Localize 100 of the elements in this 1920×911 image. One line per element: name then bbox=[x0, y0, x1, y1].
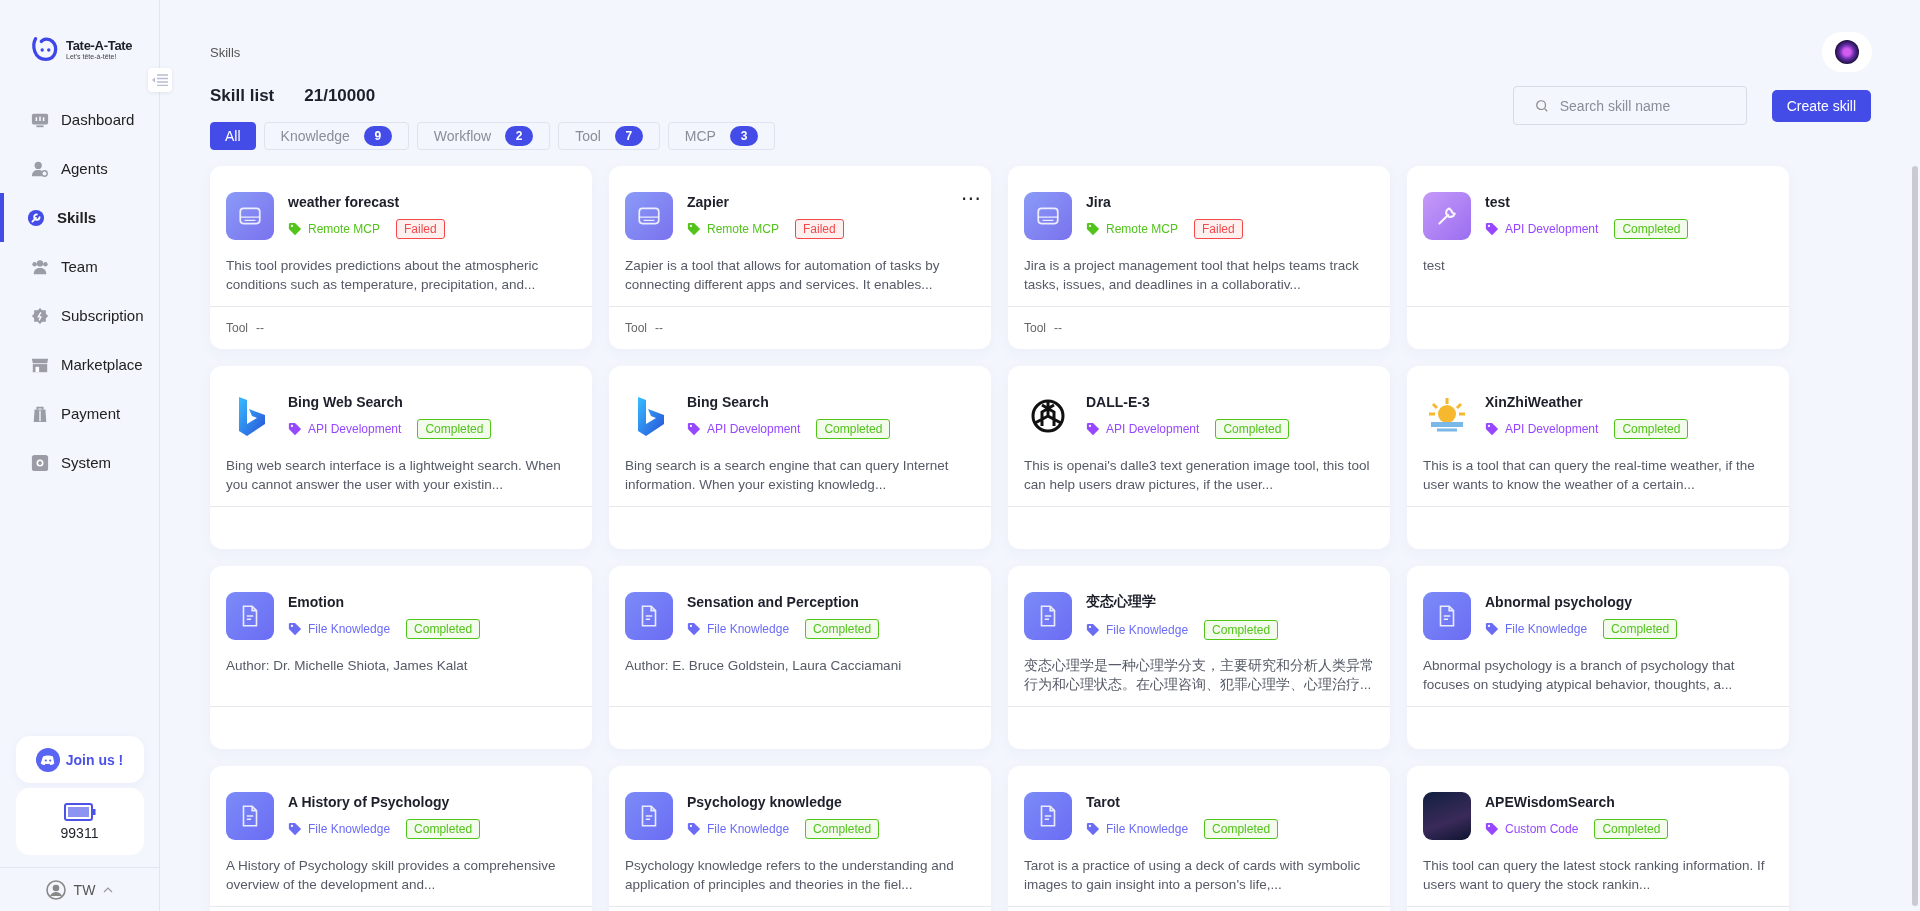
skill-description: Abnormal psychology is a branch of psychology that focuses on studying atypical behavior, thoughts, a... bbox=[1423, 657, 1736, 694]
nav-item[interactable]: Dashboard bbox=[0, 95, 159, 144]
credit-balance: 99311 bbox=[60, 824, 99, 841]
drive-icon bbox=[226, 192, 274, 240]
photo-placeholder bbox=[1423, 792, 1471, 840]
galaxy-icon bbox=[1835, 40, 1859, 64]
status-badge: Failed bbox=[396, 218, 445, 239]
skill-type-label: File Knowledge bbox=[1106, 821, 1189, 836]
breadcrumb: Skills bbox=[210, 44, 241, 62]
skill-name: Psychology knowledge bbox=[687, 793, 843, 810]
document-icon bbox=[226, 792, 274, 840]
filter-tab[interactable]: Knowledge 9 bbox=[263, 122, 409, 150]
skill-type-label: API Development bbox=[1505, 421, 1599, 436]
document-icon bbox=[625, 792, 673, 840]
scrollbar-thumb[interactable] bbox=[1912, 166, 1918, 906]
wrench-icon bbox=[1423, 192, 1471, 240]
skill-card[interactable]: Tarot File Knowledge Completed Tarot is a practice of using a deck of cards with symbolic images to gain insight into a person's life,... bbox=[1008, 766, 1390, 911]
collapse-sidebar-button[interactable] bbox=[148, 68, 172, 92]
skill-name: Abnormal psychology bbox=[1485, 593, 1634, 610]
filter-tab[interactable]: Workflow 2 bbox=[416, 122, 551, 150]
skill-description: Author: Dr. Michelle Shiota, James Kalat bbox=[226, 657, 469, 675]
skill-card[interactable]: 变态心理学 File Knowledge Completed 变态心理学是一种心理学分支，主要研究和分析人类异常行为和心理状态。在心理咨询、犯罪心理学、心理治疗... bbox=[1008, 566, 1390, 749]
skill-type-label: API Development bbox=[308, 421, 402, 436]
skill-card[interactable]: Psychology knowledge File Knowledge Completed Psychology knowledge refers to the understanding and application of principles and theories in the fiel... bbox=[609, 766, 991, 911]
skill-description: This is openai's dalle3 text generation image tool, this tool can help users draw pictures, if the user... bbox=[1024, 457, 1371, 494]
skill-card[interactable]: test API Development Completed test bbox=[1407, 166, 1789, 349]
skill-description: A History of Psychology skill provides a comprehensive overview of the development and... bbox=[226, 857, 557, 894]
skill-name: A History of Psychology bbox=[288, 793, 451, 810]
status-badge: Completed bbox=[406, 818, 481, 839]
status-badge: Completed bbox=[805, 818, 880, 839]
skill-description: Bing web search interface is a lightweight search. When you cannot answer the user with your existin... bbox=[226, 457, 562, 494]
skill-type-label: API Development bbox=[1106, 421, 1200, 436]
badge-icon bbox=[31, 306, 49, 325]
filter-tab[interactable]: All bbox=[210, 122, 256, 150]
skill-type-label: File Knowledge bbox=[308, 821, 391, 836]
skill-name: APEWisdomSearch bbox=[1485, 793, 1616, 810]
status-badge: Completed bbox=[1204, 818, 1279, 839]
logo-name: Tate-A-Tate bbox=[66, 38, 133, 53]
skill-card[interactable]: A History of Psychology File Knowledge Completed A History of Psychology skill provides a comprehensive overview of the development and... bbox=[210, 766, 592, 911]
join-us-button[interactable]: Join us ! bbox=[15, 736, 144, 783]
skill-description: Psychology knowledge refers to the understanding and application of principles and theories in the fiel... bbox=[625, 857, 955, 894]
skill-type-label: API Development bbox=[1505, 221, 1599, 236]
status-badge: Completed bbox=[406, 618, 481, 639]
status-badge: Completed bbox=[1215, 418, 1290, 439]
nav-item[interactable]: Payment bbox=[0, 389, 159, 438]
skill-type-label: File Knowledge bbox=[1106, 622, 1189, 637]
skill-card[interactable]: Emotion File Knowledge Completed Author: Dr. Michelle Shiota, James Kalat bbox=[210, 566, 592, 749]
filter-tab[interactable]: Tool 7 bbox=[558, 122, 660, 150]
status-badge: Failed bbox=[1194, 218, 1243, 239]
nav-item[interactable]: Skills bbox=[0, 193, 159, 242]
skill-card[interactable]: Zapier Remote MCP Failed ⋯ Zapier is a tool that allows for automation of tasks by connecting different apps and services. It enables... Tool -- bbox=[609, 166, 991, 349]
skill-name: Bing Search bbox=[687, 393, 770, 410]
skill-card[interactable]: APEWisdomSearch Custom Code Completed This tool can query the latest stock ranking information. If users want to query the stock rankin... bbox=[1407, 766, 1789, 911]
nav-item[interactable]: Agents bbox=[0, 144, 159, 193]
skill-type-label: Remote MCP bbox=[308, 221, 381, 236]
skill-name: XinZhiWeather bbox=[1485, 393, 1584, 410]
people-icon bbox=[31, 257, 49, 276]
skill-card[interactable]: Sensation and Perception File Knowledge Completed Author: E. Bruce Goldstein, Laura Cacciamani bbox=[609, 566, 991, 749]
filter-tab[interactable]: MCP 3 bbox=[667, 122, 775, 150]
skill-card[interactable]: XinZhiWeather API Development Completed This is a tool that can query the real-time weather, if the user wants to know the weather of a certain... bbox=[1407, 366, 1789, 549]
user-icon bbox=[45, 879, 66, 900]
skill-card[interactable]: Jira Remote MCP Failed Jira is a project management tool that helps teams track tasks, issues, and deadlines in a collaborativ... Tool -- bbox=[1008, 166, 1390, 349]
skill-name: Zapier bbox=[687, 193, 730, 210]
skill-card[interactable]: Bing Web Search API Development Completed Bing web search interface is a lightweight search. When you cannot answer the user with your existin... bbox=[210, 366, 592, 549]
status-badge: Completed bbox=[805, 618, 880, 639]
skill-card[interactable]: Bing Search API Development Completed Bing search is a search engine that can query Internet information. When your existing knowledg... bbox=[609, 366, 991, 549]
drive-icon bbox=[1024, 192, 1072, 240]
skill-card[interactable]: DALL-E-3 API Development Completed This is openai's dalle3 text generation image tool, this tool can help users draw pictures, if the user... bbox=[1008, 366, 1390, 549]
footer-label: Tool bbox=[625, 321, 647, 335]
skill-name: Jira bbox=[1086, 193, 1112, 210]
nav-item[interactable]: Subscription bbox=[0, 291, 159, 340]
footer-value: -- bbox=[655, 321, 663, 335]
caret-icon bbox=[103, 886, 114, 893]
skill-name: test bbox=[1485, 193, 1511, 210]
search-field[interactable]: Search skill name bbox=[1512, 86, 1747, 125]
skill-card[interactable]: weather forecast Remote MCP Failed This tool provides predictions about the atmospheric conditions such as temperature, precipitation, and... Tool -- bbox=[210, 166, 592, 349]
create-skill-button[interactable]: Create skill bbox=[1771, 90, 1871, 122]
skill-description: test bbox=[1423, 257, 1446, 275]
skill-card[interactable]: Abnormal psychology File Knowledge Completed Abnormal psychology is a branch of psychology that focuses on studying atypical behavior, thoughts, a... bbox=[1407, 566, 1789, 749]
skill-type-label: File Knowledge bbox=[707, 621, 790, 636]
skill-type-label: API Development bbox=[707, 421, 801, 436]
status-badge: Completed bbox=[1204, 619, 1279, 640]
nav-item[interactable]: System bbox=[0, 438, 159, 487]
nav-item[interactable]: Marketplace bbox=[0, 340, 159, 389]
nav-item[interactable]: Team bbox=[0, 242, 159, 291]
skill-description: 变态心理学是一种心理学分支，主要研究和分析人类异常行为和心理状态。在心理咨询、犯罪心理学、心理治疗... bbox=[1024, 657, 1374, 694]
chat-logo-icon bbox=[35, 747, 60, 772]
skill-description: This is a tool that can query the real-time weather, if the user wants to know the weather of a certain... bbox=[1423, 457, 1756, 494]
user-menu[interactable]: TW bbox=[0, 867, 159, 911]
skill-type-label: File Knowledge bbox=[707, 821, 790, 836]
skill-description: Tarot is a practice of using a deck of cards with symbolic images to gain insight into a person's life,... bbox=[1024, 857, 1362, 894]
avatar-button[interactable] bbox=[1822, 32, 1872, 72]
wrench-icon bbox=[27, 208, 45, 227]
collapse-icon bbox=[152, 74, 168, 86]
skill-name: weather forecast bbox=[288, 193, 401, 210]
footer-label: Tool bbox=[226, 321, 248, 335]
drive-icon bbox=[625, 192, 673, 240]
bag-icon bbox=[31, 404, 49, 423]
more-options-button[interactable]: ⋯ bbox=[961, 192, 981, 204]
logo-icon bbox=[30, 34, 60, 64]
